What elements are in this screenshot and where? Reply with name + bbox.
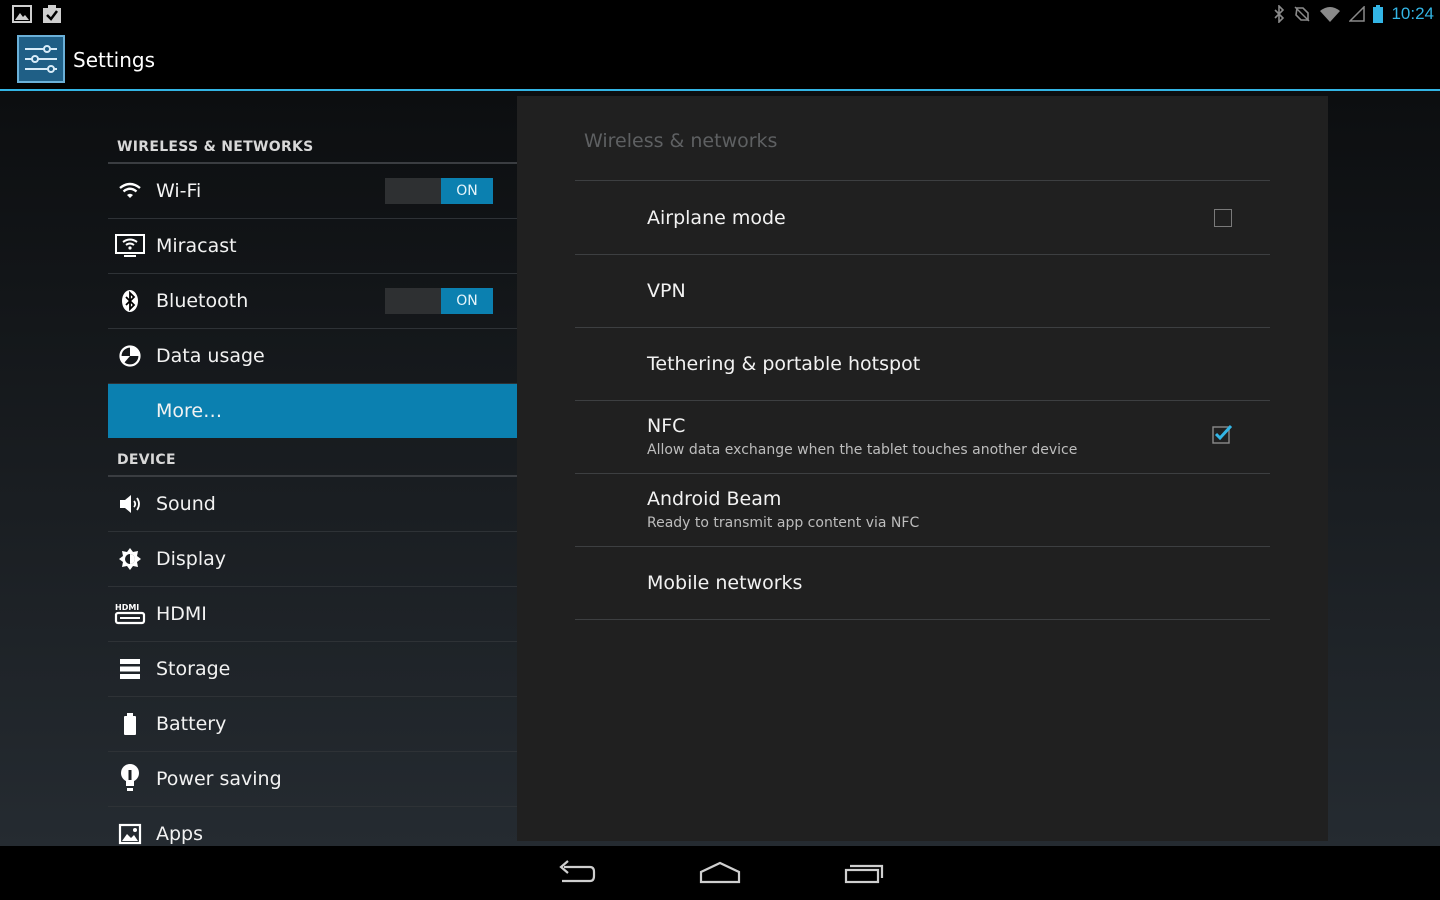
nav-item-battery[interactable]: Battery xyxy=(108,697,517,752)
pref-title: NFC xyxy=(647,415,686,437)
main-content: WIRELESS & NETWORKS Wi-Fi ON Miracast Bl… xyxy=(0,91,1440,846)
pref-mobile-networks[interactable]: Mobile networks xyxy=(575,546,1270,620)
nav-item-label: Sound xyxy=(156,493,216,515)
sync-icon xyxy=(1294,6,1310,22)
nav-item-power-saving[interactable]: Power saving xyxy=(108,752,517,807)
nav-item-label: Wi-Fi xyxy=(156,180,202,202)
clock: 10:24 xyxy=(1391,4,1434,23)
nav-item-bluetooth[interactable]: Bluetooth ON xyxy=(108,274,517,329)
pref-title: Tethering & portable hotspot xyxy=(647,353,921,375)
nav-item-label: Power saving xyxy=(156,768,282,790)
pref-summary: Ready to transmit app content via NFC xyxy=(647,515,920,531)
nav-item-label: Data usage xyxy=(156,345,265,367)
section-header-wireless: WIRELESS & NETWORKS xyxy=(108,126,517,164)
app-title: Settings xyxy=(73,48,156,72)
nav-item-label: Bluetooth xyxy=(156,290,249,312)
nav-item-label: Storage xyxy=(156,658,231,680)
sound-icon xyxy=(120,495,140,513)
display-icon xyxy=(119,548,141,570)
apps-icon xyxy=(118,823,142,845)
data-usage-icon xyxy=(119,345,141,367)
battery-icon xyxy=(1373,5,1384,23)
clipboard-check-notification-icon[interactable] xyxy=(42,5,62,23)
pref-nfc[interactable]: NFC Allow data exchange when the tablet … xyxy=(575,400,1270,474)
nfc-checkbox[interactable] xyxy=(1212,424,1232,444)
section-header-device: DEVICE xyxy=(108,439,517,477)
storage-icon xyxy=(120,659,140,679)
nav-item-more[interactable]: More… xyxy=(108,384,517,438)
settings-sliders-icon[interactable] xyxy=(17,35,65,83)
pref-tethering[interactable]: Tethering & portable hotspot xyxy=(575,327,1270,401)
pref-airplane-mode[interactable]: Airplane mode xyxy=(575,181,1270,255)
pref-summary: Allow data exchange when the tablet touc… xyxy=(647,442,1078,458)
wifi-toggle[interactable]: ON xyxy=(385,178,493,204)
pref-title: Airplane mode xyxy=(647,207,786,229)
svg-text:HDMI: HDMI xyxy=(115,603,139,612)
cell-signal-icon xyxy=(1349,6,1366,22)
nav-item-display[interactable]: Display xyxy=(108,532,517,587)
action-bar: Settings xyxy=(0,30,1440,91)
nav-item-wifi[interactable]: Wi-Fi ON xyxy=(108,164,517,219)
nav-item-apps[interactable]: Apps xyxy=(108,807,517,846)
back-icon[interactable] xyxy=(554,858,598,888)
image-notification-icon[interactable] xyxy=(12,5,32,23)
nav-item-label: HDMI xyxy=(156,603,207,625)
panel-title: Wireless & networks xyxy=(584,130,778,152)
wifi-signal-icon xyxy=(1320,7,1341,22)
notification-icons xyxy=(12,5,62,23)
pref-title: Android Beam xyxy=(647,488,782,510)
hdmi-icon: HDMI xyxy=(114,603,146,625)
pref-vpn[interactable]: VPN xyxy=(575,254,1270,328)
home-icon[interactable] xyxy=(698,858,742,888)
nav-item-label: Battery xyxy=(156,713,227,735)
nav-item-label: Apps xyxy=(156,823,204,845)
section-label: WIRELESS & NETWORKS xyxy=(117,139,314,155)
system-icons: 10:24 xyxy=(1273,4,1434,24)
power-saving-icon xyxy=(121,764,139,791)
miracast-icon xyxy=(115,234,145,257)
nav-item-label: Display xyxy=(156,548,227,570)
airplane-mode-checkbox[interactable] xyxy=(1214,209,1232,227)
recents-icon[interactable] xyxy=(842,858,886,888)
system-navigation-bar xyxy=(0,846,1440,900)
nav-item-sound[interactable]: Sound xyxy=(108,477,517,532)
settings-nav: WIRELESS & NETWORKS Wi-Fi ON Miracast Bl… xyxy=(108,91,517,846)
pref-android-beam[interactable]: Android Beam Ready to transmit app conte… xyxy=(575,473,1270,547)
nav-item-storage[interactable]: Storage xyxy=(108,642,517,697)
wifi-icon xyxy=(119,182,141,198)
toggle-on-label: ON xyxy=(441,288,493,314)
status-bar: 10:24 xyxy=(0,0,1440,30)
nav-item-label: Miracast xyxy=(156,235,237,257)
pref-title: Mobile networks xyxy=(647,572,803,594)
battery-icon xyxy=(124,713,136,735)
toggle-on-label: ON xyxy=(441,178,493,204)
nav-item-hdmi[interactable]: HDMI HDMI xyxy=(108,587,517,642)
bluetooth-toggle[interactable]: ON xyxy=(385,288,493,314)
nav-item-label: More… xyxy=(156,400,223,422)
nav-item-miracast[interactable]: Miracast xyxy=(108,219,517,274)
bluetooth-icon xyxy=(122,290,138,312)
bluetooth-icon xyxy=(1274,5,1285,23)
section-label: DEVICE xyxy=(117,452,176,468)
detail-panel: Wireless & networks Airplane mode VPN Te… xyxy=(517,96,1328,841)
pref-title: VPN xyxy=(647,280,686,302)
nav-item-data-usage[interactable]: Data usage xyxy=(108,329,517,384)
